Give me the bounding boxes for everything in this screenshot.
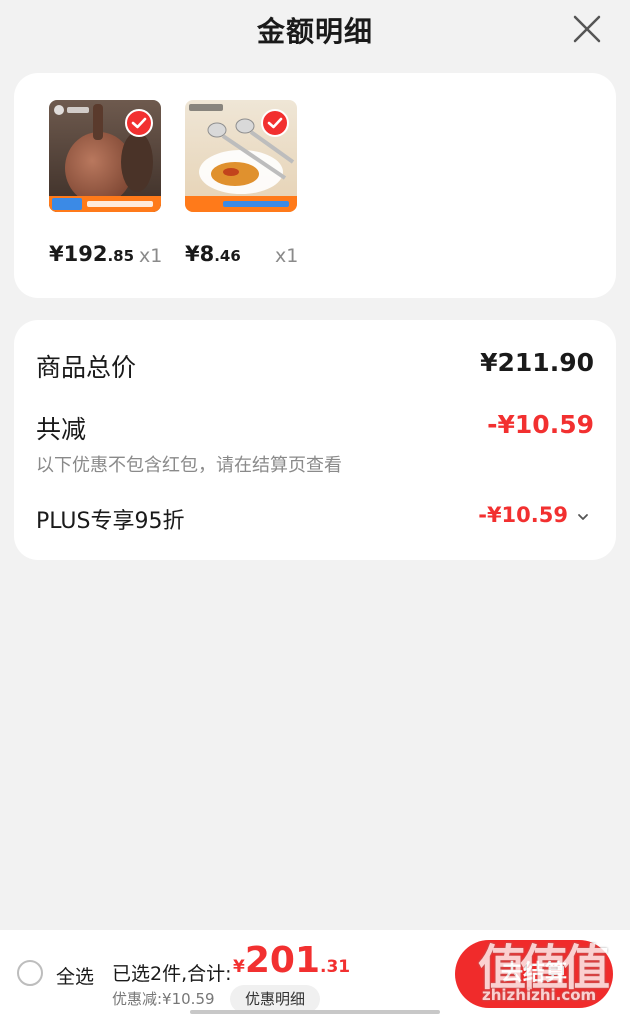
- total-price-label: 商品总价: [36, 353, 137, 382]
- plus-discount-value: -¥10.59: [478, 503, 568, 527]
- product-quantity: x1: [139, 245, 163, 267]
- product-item[interactable]: ¥192.85 x1: [49, 100, 162, 267]
- chevron-down-icon[interactable]: [576, 509, 590, 523]
- reduction-value: -¥10.59: [487, 410, 594, 439]
- total-main: 201: [244, 940, 320, 981]
- checked-icon[interactable]: [125, 109, 153, 137]
- watermark-url: zhizhizhi.com: [482, 986, 597, 1004]
- product-item[interactable]: ¥8.46 x1: [185, 100, 298, 267]
- price-main: ¥8: [185, 242, 215, 266]
- product-price: ¥192.85: [49, 242, 134, 266]
- total-decimal: .31: [320, 957, 351, 977]
- plus-discount-row[interactable]: PLUS专享95折 -¥10.59: [36, 503, 594, 534]
- product-list-card: ¥192.85 x1 ¥8.46 x1: [14, 73, 616, 298]
- price-decimal: .46: [214, 247, 241, 265]
- discount-detail-button[interactable]: 优惠明细: [230, 985, 320, 1013]
- product-price: ¥8.46: [185, 242, 241, 266]
- total-amount: ¥201.31: [233, 940, 350, 981]
- page-title: 金额明细: [256, 15, 373, 48]
- header: 金额明细: [0, 0, 630, 66]
- price-decimal: .85: [107, 247, 135, 265]
- discount-text: 优惠减:¥10.59: [112, 990, 215, 1008]
- plus-discount-label: PLUS专享95折: [36, 509, 185, 534]
- total-currency-symbol: ¥: [233, 957, 245, 977]
- product-quantity: x1: [275, 245, 299, 267]
- product-pot-image[interactable]: [49, 100, 161, 212]
- total-price-value: ¥211.90: [480, 348, 594, 377]
- reduction-note-row: 以下优惠不包含红包，请在结算页查看: [36, 451, 594, 476]
- watermark-logo: 值值值 zhizhizhi.com: [478, 928, 630, 1010]
- price-summary-card: 商品总价 ¥211.90 共减 -¥10.59 以下优惠不包含红包，请在结算页查…: [14, 320, 616, 560]
- product-spoon-image[interactable]: [185, 100, 297, 212]
- total-price-row: 商品总价 ¥211.90: [36, 348, 594, 382]
- home-indicator: [190, 1010, 440, 1014]
- price-main: ¥192: [49, 242, 108, 266]
- select-all-radio[interactable]: [17, 960, 43, 986]
- reduction-label: 共减: [36, 415, 87, 444]
- reduction-row: 共减 -¥10.59: [36, 410, 594, 444]
- close-icon[interactable]: [572, 14, 602, 44]
- selected-count-text: 已选2件,合计:: [112, 963, 232, 985]
- checked-icon[interactable]: [261, 109, 289, 137]
- select-all-label[interactable]: 全选: [56, 962, 94, 989]
- reduction-note: 以下优惠不包含红包，请在结算页查看: [36, 455, 342, 476]
